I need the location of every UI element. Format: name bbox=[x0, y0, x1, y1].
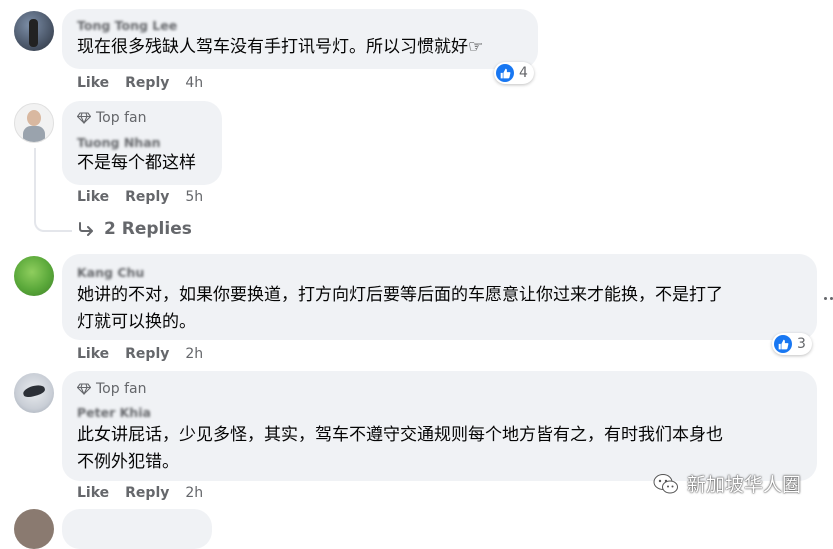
avatar-bird bbox=[22, 383, 46, 399]
avatar-face bbox=[27, 110, 41, 126]
like-button[interactable]: Like bbox=[77, 189, 109, 205]
reply-arrow-icon bbox=[79, 222, 93, 236]
replies-count-label: 2 Replies bbox=[104, 219, 192, 239]
comment-actions: Like Reply 2h bbox=[77, 485, 203, 501]
comment-text: 不是每个都这样 bbox=[77, 153, 196, 173]
top-fan-label: Top fan bbox=[96, 381, 147, 397]
diamond-icon bbox=[77, 112, 91, 124]
comment-actions: Like Reply 2h bbox=[77, 346, 203, 362]
comment-text: 现在很多残缺人驾车没有手打讯号灯。所以习惯就好☞ bbox=[77, 37, 484, 57]
comment-text: 此女讲屁话，少见多怪，其实，驾车不遵守交通规则每个地方皆有之，有时我们本身也 bbox=[77, 425, 723, 445]
more-options-icon[interactable] bbox=[824, 288, 833, 308]
reply-button[interactable]: Reply bbox=[125, 485, 169, 501]
comment-text: 灯就可以换的。 bbox=[77, 312, 196, 332]
reaction-count: 4 bbox=[519, 65, 528, 81]
comment-text: 她讲的不对，如果你要换道，打方向灯后要等后面的车愿意让你过来才能换，不是打了 bbox=[77, 285, 723, 305]
reply-button[interactable]: Reply bbox=[125, 189, 169, 205]
top-fan-badge[interactable]: Top fan bbox=[77, 110, 146, 126]
comment-timestamp[interactable]: 2h bbox=[185, 346, 203, 362]
reply-button[interactable]: Reply bbox=[125, 346, 169, 362]
top-fan-label: Top fan bbox=[96, 110, 147, 126]
comment-bubble bbox=[62, 509, 212, 549]
avatar[interactable] bbox=[14, 373, 54, 413]
comment-actions: Like Reply 4h bbox=[77, 75, 203, 91]
reaction-summary[interactable]: 3 bbox=[772, 333, 812, 355]
reaction-count: 3 bbox=[797, 336, 806, 352]
commenter-name[interactable]: Tuong Nhan bbox=[77, 135, 161, 150]
watermark: 新加坡华人圈 bbox=[653, 470, 801, 497]
reply-button[interactable]: Reply bbox=[125, 75, 169, 91]
comment-text: 不例外犯错。 bbox=[77, 452, 179, 472]
view-replies-link[interactable]: 2 Replies bbox=[78, 219, 192, 239]
avatar[interactable] bbox=[14, 11, 54, 51]
like-button[interactable]: Like bbox=[77, 75, 109, 91]
comment-timestamp[interactable]: 2h bbox=[185, 485, 203, 501]
avatar[interactable] bbox=[14, 103, 54, 143]
commenter-name[interactable]: Kang Chu bbox=[77, 265, 144, 280]
commenter-name[interactable]: Tong Tong Lee bbox=[77, 18, 177, 33]
like-button[interactable]: Like bbox=[77, 485, 109, 501]
avatar-figure bbox=[29, 19, 38, 47]
thumbs-up-icon bbox=[496, 64, 514, 82]
commenter-name[interactable]: Peter Khia bbox=[77, 405, 151, 420]
top-fan-badge[interactable]: Top fan bbox=[77, 381, 146, 397]
watermark-text: 新加坡华人圈 bbox=[687, 474, 802, 496]
comment-timestamp[interactable]: 5h bbox=[185, 189, 203, 205]
thumbs-up-icon bbox=[774, 335, 792, 353]
avatar[interactable] bbox=[14, 256, 54, 296]
diamond-icon bbox=[77, 383, 91, 395]
avatar[interactable] bbox=[14, 509, 54, 549]
reaction-summary[interactable]: 4 bbox=[494, 62, 534, 84]
like-button[interactable]: Like bbox=[77, 346, 109, 362]
wechat-icon bbox=[653, 473, 678, 493]
avatar-body bbox=[23, 126, 45, 142]
comment-timestamp[interactable]: 4h bbox=[185, 75, 203, 91]
comment-actions: Like Reply 5h bbox=[77, 189, 203, 205]
